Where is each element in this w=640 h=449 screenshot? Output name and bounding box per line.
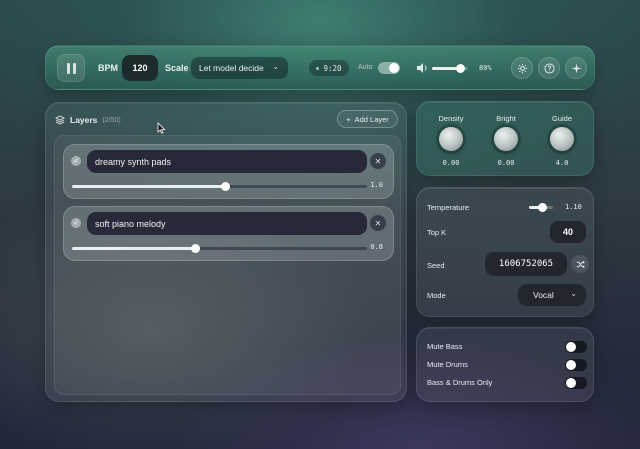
layer-weight-fill [72, 247, 195, 250]
pause-icon [72, 62, 76, 74]
layer-weight-value: 1.0 [370, 181, 383, 189]
mute-drums-row: Mute Drums [427, 358, 587, 372]
mute-bass-row: Mute Bass [427, 340, 587, 354]
layer-enabled-checkbox[interactable]: ✓ [71, 156, 81, 166]
layer-card: ✓ dreamy synth pads ✕ 1.0 [63, 144, 394, 199]
topk-input[interactable]: 40 [550, 221, 586, 243]
close-icon: ✕ [374, 218, 382, 228]
temperature-handle[interactable] [538, 203, 548, 212]
volume-value: 80% [479, 64, 492, 72]
toggle-label: Mute Drums [427, 360, 468, 369]
sparkle-icon [570, 62, 582, 74]
layer-weight-handle[interactable] [221, 182, 231, 191]
time-display: 9:20 [309, 60, 349, 76]
bpm-input[interactable]: 120 [122, 55, 158, 81]
toggle-label: Bass & Drums Only [427, 378, 493, 387]
mode-label: Mode [427, 291, 446, 300]
close-icon: ✕ [374, 156, 382, 166]
chevron-down-icon: ⌄ [570, 289, 577, 298]
mute-drums-toggle[interactable] [565, 359, 587, 371]
temperature-label: Temperature [427, 203, 470, 212]
knobs-panel: Density 0.00 Bright 0.00 Guide 4.0 [416, 101, 594, 176]
density-knob[interactable] [439, 127, 463, 151]
layer-weight-fill [72, 185, 226, 188]
knob-value: 4.0 [555, 159, 569, 167]
layer-weight-slider[interactable] [72, 182, 367, 191]
status-dot-icon [316, 66, 320, 70]
layers-count: (2/50) [102, 116, 121, 124]
help-icon [543, 62, 555, 74]
temperature-slider[interactable] [529, 203, 553, 212]
top-bar: BPM 120 Scale Let model decide ⌄ 9:20 Au… [45, 45, 595, 90]
layers-icon [55, 115, 65, 125]
bpm-label: BPM [98, 63, 118, 73]
pause-button[interactable] [57, 54, 85, 82]
layers-list: ✓ dreamy synth pads ✕ 1.0 ✓ soft piano m… [54, 135, 401, 395]
knob-value: 0.00 [497, 159, 515, 167]
help-button[interactable] [538, 57, 560, 79]
seed-input[interactable]: 1606752065 [485, 252, 567, 276]
knob-label: Bright [496, 114, 516, 123]
time-value: 9:20 [323, 63, 342, 73]
density-control: Density 0.00 [431, 114, 471, 167]
toggle-knob [566, 360, 576, 370]
scale-value: Let model decide [199, 63, 264, 73]
bright-control: Bright 0.00 [486, 114, 526, 167]
layer-enabled-checkbox[interactable]: ✓ [71, 218, 81, 228]
toggles-panel: Mute Bass Mute Drums Bass & Drums Only [416, 327, 594, 402]
pause-icon [66, 62, 70, 74]
layer-weight-value: 0.8 [370, 243, 383, 251]
volume-handle[interactable] [455, 64, 465, 73]
mute-bass-toggle[interactable] [565, 341, 587, 353]
seed-label: Seed [427, 261, 445, 270]
knob-label: Density [438, 114, 464, 123]
layer-prompt-input[interactable]: dreamy synth pads [87, 150, 367, 173]
scale-label: Scale [165, 63, 189, 73]
volume-slider[interactable] [432, 64, 468, 73]
guide-knob[interactable] [550, 127, 574, 151]
mode-select[interactable]: Vocal ⌄ [518, 284, 586, 306]
plus-icon: + [346, 114, 351, 124]
knob-label: Guide [551, 114, 572, 123]
knob-value: 0.00 [442, 159, 460, 167]
gear-icon [517, 63, 527, 73]
bass-drums-only-toggle[interactable] [565, 377, 587, 389]
bass-drums-only-row: Bass & Drums Only [427, 376, 587, 390]
guide-control: Guide 4.0 [542, 114, 582, 167]
settings-button[interactable] [511, 57, 533, 79]
add-layer-label: Add Layer [354, 114, 389, 124]
volume-icon [417, 63, 427, 73]
shuffle-icon [576, 260, 585, 268]
layers-panel: Layers (2/50) + Add Layer ✓ dreamy synth… [45, 102, 407, 402]
chevron-down-icon: ⌄ [272, 62, 279, 71]
params-panel: Temperature 1.10 Top K 40 Seed 160675206… [416, 187, 594, 317]
bright-knob[interactable] [494, 127, 518, 151]
remove-layer-button[interactable]: ✕ [370, 215, 386, 231]
randomize-seed-button[interactable] [571, 255, 589, 273]
layers-title: Layers [70, 115, 98, 125]
mode-value: Vocal [533, 290, 554, 300]
add-layer-button[interactable]: + Add Layer [337, 110, 398, 128]
auto-toggle[interactable] [378, 62, 400, 74]
auto-label: Auto [358, 64, 373, 71]
layer-weight-slider[interactable] [72, 244, 367, 253]
toggle-label: Mute Bass [427, 342, 463, 351]
layer-card: ✓ soft piano melody ✕ 0.8 [63, 206, 394, 261]
scale-select[interactable]: Let model decide ⌄ [191, 57, 288, 79]
toggle-knob [566, 378, 576, 388]
toggle-knob [566, 342, 576, 352]
temperature-value: 1.10 [565, 203, 582, 211]
layers-header: Layers (2/50) [55, 115, 121, 125]
topk-label: Top K [427, 228, 447, 237]
cursor-icon [157, 122, 166, 134]
layer-weight-handle[interactable] [190, 244, 200, 253]
remove-layer-button[interactable]: ✕ [370, 153, 386, 169]
toggle-knob [389, 63, 399, 73]
layer-prompt-input[interactable]: soft piano melody [87, 212, 367, 235]
generate-button[interactable] [565, 57, 587, 79]
